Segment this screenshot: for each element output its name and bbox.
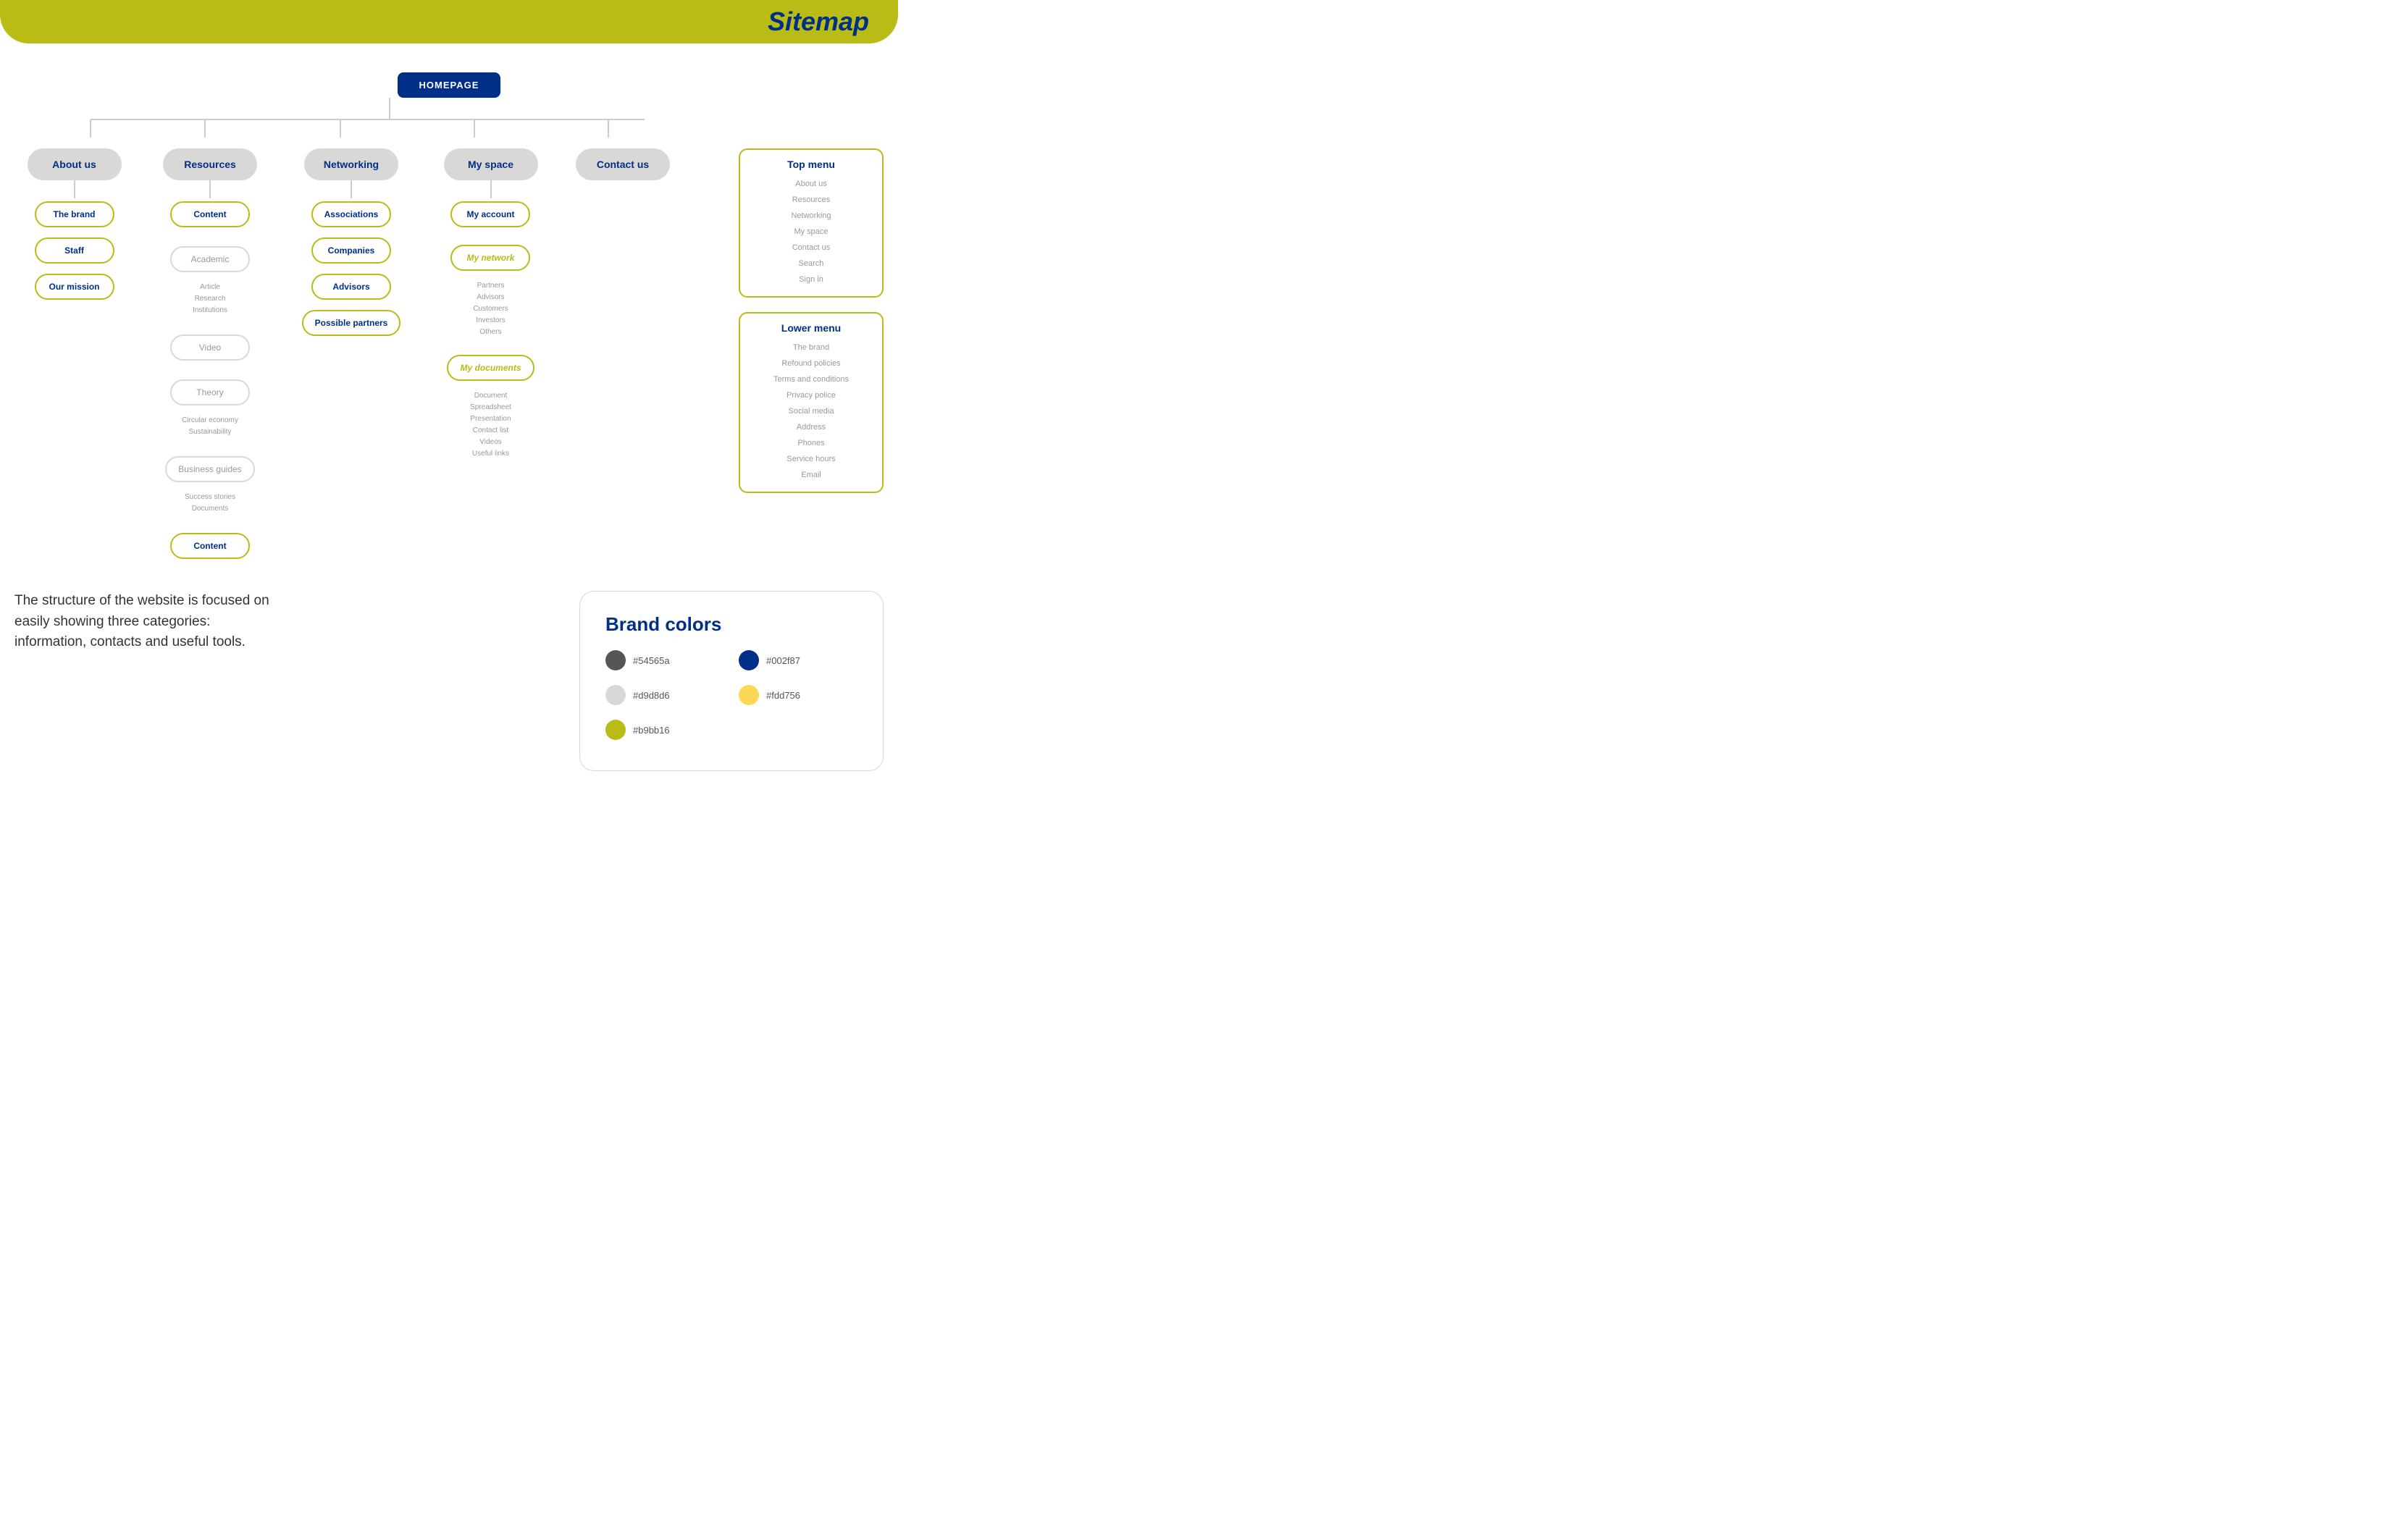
top-menu-title: Top menu: [752, 159, 871, 170]
swatch-yellow: [739, 685, 759, 705]
node-video: Video: [170, 334, 250, 361]
color-label-light-gray: #d9d8d6: [633, 690, 670, 701]
homepage-node: HOMEPAGE: [398, 72, 501, 98]
node-staff: Staff: [35, 237, 114, 264]
academic-sub: ArticleResearchInstitutions: [193, 282, 227, 316]
my-space-column: My space My account My network PartnersA…: [416, 148, 565, 462]
node-the-brand: The brand: [35, 201, 114, 227]
node-content-top: Content: [170, 201, 250, 227]
swatch-dark-blue: [739, 650, 759, 670]
node-associations: Associations: [311, 201, 392, 227]
color-label-dark-gray: #54565a: [633, 655, 670, 666]
color-row-dark-blue: #002f87: [739, 650, 857, 670]
category-networking: Networking: [304, 148, 398, 180]
my-network-sub: PartnersAdvisorsCustomersInvestorsOthers: [473, 280, 508, 338]
node-my-network: My network: [450, 245, 530, 271]
node-content-bottom: Content: [170, 533, 250, 559]
top-menu-items: About usResourcesNetworkingMy spaceConta…: [752, 176, 871, 287]
node-advisors: Advisors: [311, 274, 391, 300]
swatch-light-gray: [605, 685, 626, 705]
color-label-dark-blue: #002f87: [766, 655, 800, 666]
right-panel: Top menu About usResourcesNetworkingMy s…: [739, 148, 884, 508]
theory-sub: Circular economySustainability: [182, 415, 238, 438]
swatch-olive: [605, 720, 626, 740]
lower-menu-title: Lower menu: [752, 322, 871, 334]
category-resources: Resources: [163, 148, 257, 180]
color-label-yellow: #fdd756: [766, 690, 800, 701]
category-about-us: About us: [28, 148, 122, 180]
node-our-mission: Our mission: [35, 274, 114, 300]
page-title: Sitemap: [768, 7, 869, 37]
top-menu-box: Top menu About usResourcesNetworkingMy s…: [739, 148, 884, 298]
category-my-space: My space: [444, 148, 538, 180]
description-text: The structure of the website is focused …: [14, 591, 275, 653]
bottom-section: The structure of the website is focused …: [14, 591, 884, 771]
node-theory: Theory: [170, 379, 250, 405]
color-row-light-gray: #d9d8d6: [605, 685, 724, 705]
category-contact-us: Contact us: [576, 148, 670, 180]
brand-colors-box: Brand colors #54565a #002f87: [579, 591, 884, 771]
color-row-dark-gray: #54565a: [605, 650, 724, 670]
networking-column: Networking Associations Companies Adviso…: [286, 148, 416, 339]
node-possible-partners: Possible partners: [302, 310, 401, 336]
color-label-olive: #b9bb16: [633, 725, 670, 736]
lower-menu-box: Lower menu The brandRefound policiesTerm…: [739, 312, 884, 493]
node-my-account: My account: [450, 201, 530, 227]
node-business-guides: Business guides: [165, 456, 254, 482]
about-us-column: About us The brand Staff Our mission: [14, 148, 134, 303]
node-academic: Academic: [170, 246, 250, 272]
brand-colors-title: Brand colors: [605, 613, 857, 636]
homepage-section: HOMEPAGE: [14, 65, 884, 98]
color-row-yellow: #fdd756: [739, 685, 857, 705]
business-sub: Success storiesDocuments: [185, 492, 235, 515]
swatch-dark-gray: [605, 650, 626, 670]
contact-us-column: Contact us: [565, 148, 681, 180]
header-bar: Sitemap: [0, 0, 898, 43]
lower-menu-items: The brandRefound policiesTerms and condi…: [752, 340, 871, 483]
my-documents-sub: DocumentSpreadsheetPresentationContact l…: [470, 390, 511, 460]
colors-grid: #54565a #002f87 #d9d8d6 #f: [605, 650, 857, 749]
resources-column: Resources Content Academic ArticleResear…: [134, 148, 286, 562]
node-companies: Companies: [311, 237, 391, 264]
node-my-documents: My documents: [447, 355, 534, 381]
color-row-olive: #b9bb16: [605, 720, 724, 740]
